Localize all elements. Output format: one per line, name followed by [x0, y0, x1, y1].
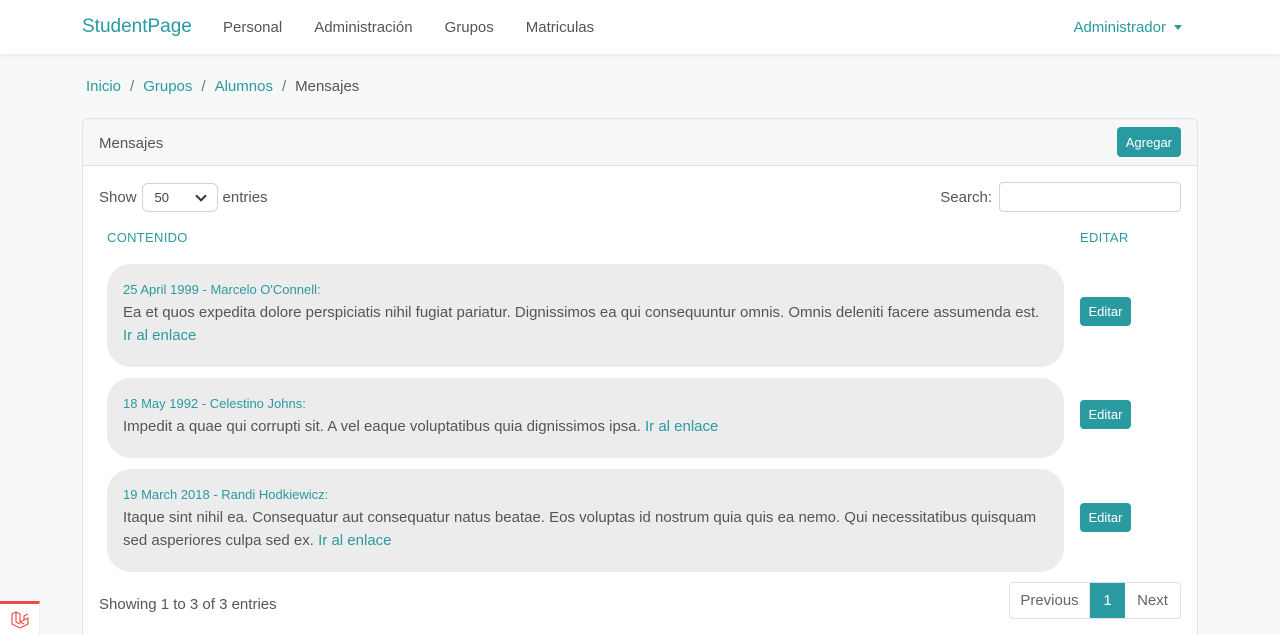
- message-text: Itaque sint nihil ea. Consequatur aut co…: [123, 509, 1037, 549]
- user-dropdown[interactable]: Administrador: [1073, 19, 1182, 36]
- message-link[interactable]: Ir al enlace: [123, 327, 196, 344]
- message-link[interactable]: Ir al enlace: [318, 532, 391, 549]
- add-button[interactable]: Agregar: [1116, 127, 1181, 157]
- top-navbar: StudentPage Personal Administración Grup…: [0, 0, 1280, 55]
- search-label: Search:: [940, 188, 992, 206]
- breadcrumb-separator: /: [281, 78, 287, 95]
- column-header-edit[interactable]: EDITAR: [1080, 230, 1129, 245]
- entries-label: entries: [222, 189, 268, 206]
- message-body: Itaque sint nihil ea. Consequatur aut co…: [123, 506, 1048, 552]
- message-meta: 19 March 2018 - Randi Hodkiewicz:: [123, 487, 329, 502]
- message-body: Ea et quos expedita dolore perspiciatis …: [123, 301, 1048, 347]
- table-info: Showing 1 to 3 of 3 entries: [99, 596, 277, 613]
- breadcrumb-current: Mensajes: [295, 78, 360, 95]
- show-label: Show: [99, 189, 137, 206]
- column-header-content[interactable]: CONTENIDO: [107, 230, 188, 245]
- nav-matriculas[interactable]: Matriculas: [526, 19, 594, 36]
- edit-button[interactable]: Editar: [1080, 297, 1131, 326]
- caret-down-icon: [1174, 25, 1182, 30]
- message-text: Impedit a quae qui corrupti sit. A vel e…: [123, 418, 641, 435]
- message-bubble: 25 April 1999 - Marcelo O'Connell: Ea et…: [107, 264, 1064, 367]
- breadcrumb: Inicio / Grupos / Alumnos / Mensajes: [86, 78, 359, 95]
- page-1-button[interactable]: 1: [1090, 583, 1125, 618]
- breadcrumb-inicio[interactable]: Inicio: [86, 78, 121, 95]
- pagination: Previous 1 Next: [1009, 582, 1181, 619]
- search-input[interactable]: [999, 182, 1181, 212]
- message-text: Ea et quos expedita dolore perspiciatis …: [123, 304, 1040, 321]
- card-title: Mensajes: [99, 135, 164, 152]
- page-size-value: 50: [154, 190, 169, 205]
- message-body: Impedit a quae qui corrupti sit. A vel e…: [123, 415, 1048, 438]
- message-bubble: 18 May 1992 - Celestino Johns: Impedit a…: [107, 378, 1064, 458]
- page-size-control: Show 50 entries: [99, 183, 268, 212]
- messages-card: Mensajes Agregar Show 50 entries Search:…: [82, 118, 1198, 635]
- laravel-icon: [10, 610, 29, 629]
- breadcrumb-grupos[interactable]: Grupos: [143, 78, 192, 95]
- user-name: Administrador: [1073, 19, 1166, 36]
- nav-administracion[interactable]: Administración: [314, 19, 412, 36]
- message-link[interactable]: Ir al enlace: [645, 418, 718, 435]
- edit-button[interactable]: Editar: [1080, 400, 1131, 429]
- previous-page-button[interactable]: Previous: [1010, 583, 1090, 618]
- nav-links: Personal Administración Grupos Matricula…: [223, 19, 594, 36]
- laravel-debug-tab[interactable]: [0, 601, 40, 635]
- edit-button[interactable]: Editar: [1080, 503, 1131, 532]
- message-meta: 25 April 1999 - Marcelo O'Connell:: [123, 282, 321, 297]
- nav-personal[interactable]: Personal: [223, 19, 282, 36]
- breadcrumb-separator: /: [201, 78, 206, 95]
- nav-grupos[interactable]: Grupos: [445, 19, 494, 36]
- page-size-select[interactable]: 50: [141, 183, 218, 212]
- message-meta: 18 May 1992 - Celestino Johns:: [123, 396, 306, 411]
- search-control: Search:: [940, 182, 1181, 212]
- message-bubble: 19 March 2018 - Randi Hodkiewicz: Itaque…: [107, 469, 1064, 572]
- brand-logo[interactable]: StudentPage: [82, 16, 192, 38]
- chevron-down-icon: [194, 189, 207, 202]
- card-header: Mensajes Agregar: [83, 119, 1197, 166]
- breadcrumb-separator: /: [130, 78, 135, 95]
- next-page-button[interactable]: Next: [1125, 583, 1180, 618]
- breadcrumb-alumnos[interactable]: Alumnos: [215, 78, 273, 95]
